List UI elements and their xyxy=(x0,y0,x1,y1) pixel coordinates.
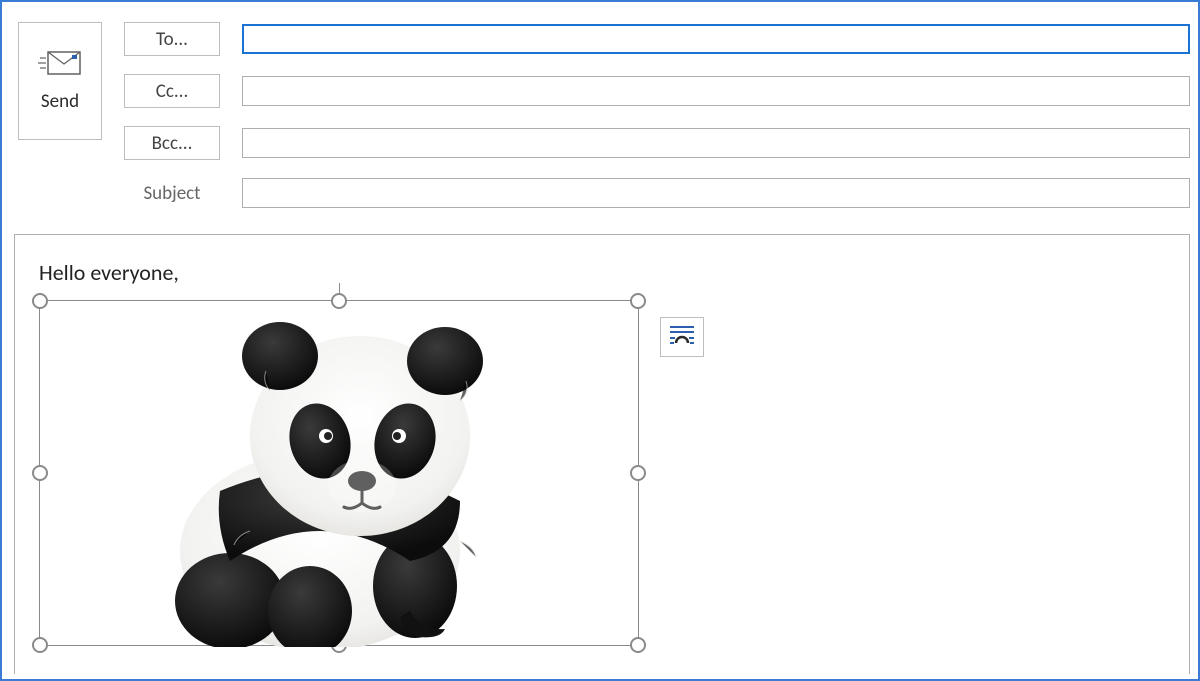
bcc-row: Bcc... xyxy=(124,126,1190,160)
resize-handle-top-right[interactable] xyxy=(630,293,646,309)
cc-row: Cc... xyxy=(124,74,1190,108)
send-button[interactable]: Send xyxy=(18,22,102,140)
cc-button[interactable]: Cc... xyxy=(124,74,220,108)
subject-input[interactable] xyxy=(242,178,1190,208)
resize-handle-mid-left[interactable] xyxy=(32,465,48,481)
send-label: Send xyxy=(41,90,79,113)
resize-handle-mid-right[interactable] xyxy=(630,465,646,481)
envelope-send-icon xyxy=(38,50,82,76)
to-button[interactable]: To... xyxy=(124,22,220,56)
inserted-image-selection[interactable] xyxy=(39,300,639,646)
recipient-fields: To... Cc... Bcc... Subject xyxy=(124,22,1190,226)
to-row: To... xyxy=(124,22,1190,56)
compose-window: Send To... Cc... Bcc... Subject Hello ev… xyxy=(0,0,1200,681)
resize-handle-top-left[interactable] xyxy=(32,293,48,309)
bcc-input[interactable] xyxy=(242,128,1190,158)
resize-handle-bottom-right[interactable] xyxy=(630,637,646,653)
subject-label: Subject xyxy=(124,182,220,205)
bcc-button[interactable]: Bcc... xyxy=(124,126,220,160)
to-input[interactable] xyxy=(242,24,1190,54)
resize-handle-bottom-left[interactable] xyxy=(32,637,48,653)
rotation-handle-bar[interactable] xyxy=(339,283,340,293)
compose-header: Send To... Cc... Bcc... Subject xyxy=(2,2,1198,234)
panda-image[interactable] xyxy=(160,301,520,647)
subject-row: Subject xyxy=(124,178,1190,208)
layout-options-icon xyxy=(668,323,696,352)
body-greeting: Hello everyone, xyxy=(39,259,1165,286)
layout-options-button[interactable] xyxy=(660,317,704,357)
cc-input[interactable] xyxy=(242,76,1190,106)
message-body[interactable]: Hello everyone, xyxy=(14,234,1190,674)
